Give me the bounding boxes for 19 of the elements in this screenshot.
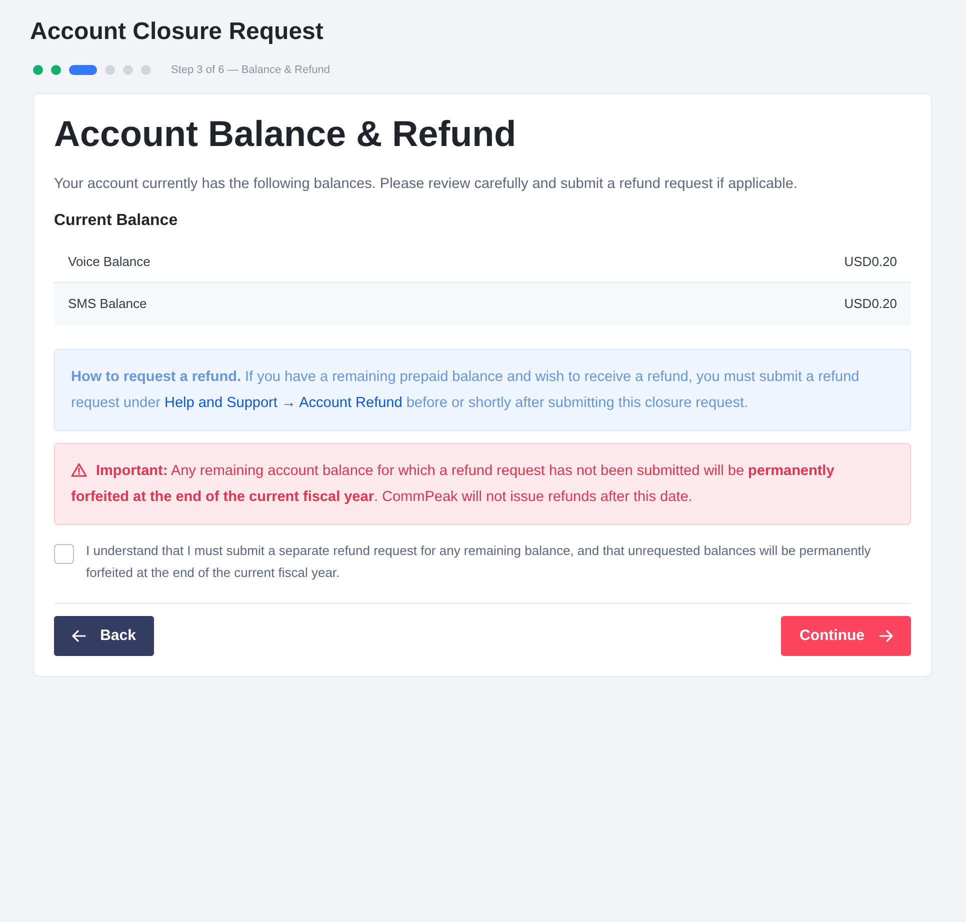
arrow-right-icon [878, 630, 892, 642]
arrow-left-icon [72, 630, 86, 642]
card-heading: Account Balance & Refund [54, 112, 516, 156]
step-label: Step 3 of 6 — Balance & Refund [171, 63, 330, 77]
acknowledge-checkbox[interactable] [54, 544, 74, 564]
info-text: How to request a refund. If you have a remaining prepaid balance and wish to receive a refund, you must submit a refund request under Help and Support → Account Refund before or shortly after submitting this closure request. [71, 368, 860, 413]
continue-button[interactable]: Continue [781, 616, 911, 656]
page-title: Account Closure Request [30, 17, 324, 47]
warning-text: Important: Any remaining account balance for which a refund request has not been submitted will be permanently forfeited at the end of the current fiscal year. CommPeak will not issue refunds after this date. [71, 462, 836, 507]
section-title: Current Balance [54, 211, 178, 231]
balance-value: USD0.20 [844, 252, 897, 271]
intro-text: Your account currently has the following balances. Please review carefully and submit a refund request if applicable. [54, 175, 798, 194]
warning-icon [71, 463, 87, 477]
balance-label: SMS Balance [68, 295, 147, 314]
acknowledge-label: I understand that I must submit a separate refund request for any remaining balance, and that unrequested balances will be permanently forfeited at the end of the current fiscal year. [86, 542, 872, 582]
balance-value: USD0.20 [844, 295, 897, 314]
help-link[interactable]: Help and Support → Account Refund [164, 395, 402, 411]
balance-label: Voice Balance [68, 252, 150, 271]
back-button[interactable]: Back [54, 616, 154, 656]
